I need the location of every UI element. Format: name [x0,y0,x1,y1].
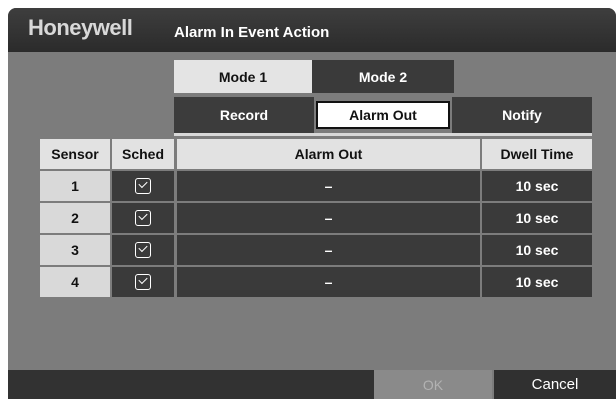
header-alarm-out: Alarm Out [177,139,480,169]
dwell-time-cell[interactable]: 10 sec [482,267,592,297]
cancel-button[interactable]: Cancel [494,370,616,399]
header-sensor: Sensor [40,139,110,169]
subtab-notify[interactable]: Notify [452,97,592,133]
alarm-out-cell[interactable]: – [177,267,480,297]
dwell-time-cell[interactable]: 10 sec [482,203,592,233]
schedule-checkbox[interactable] [135,178,151,194]
header-sched: Sched [112,139,174,169]
brand-logo: Honeywell [28,15,133,40]
dialog-title: Alarm In Event Action [174,24,330,41]
bottom-bar [8,370,374,399]
header-dwell-time: Dwell Time [482,139,592,169]
sched-cell[interactable] [112,267,174,297]
ok-button[interactable]: OK [374,370,492,399]
sensor-number: 2 [40,203,110,233]
sensor-number: 3 [40,235,110,265]
sched-cell[interactable] [112,171,174,201]
schedule-checkbox[interactable] [135,242,151,258]
alarm-out-cell[interactable]: – [177,235,480,265]
alarm-out-cell[interactable]: – [177,203,480,233]
sched-cell[interactable] [112,203,174,233]
schedule-checkbox[interactable] [135,274,151,290]
sensor-number: 4 [40,267,110,297]
subtab-record[interactable]: Record [174,97,314,133]
dwell-time-cell[interactable]: 10 sec [482,235,592,265]
title-bar: Honeywell Alarm In Event Action [8,8,616,52]
alarm-out-cell[interactable]: – [177,171,480,201]
tab-underline [174,133,592,136]
dialog-window: Honeywell Alarm In Event Action Mode 1 M… [8,8,616,399]
subtab-alarm-out[interactable]: Alarm Out [316,101,450,129]
dwell-time-cell[interactable]: 10 sec [482,171,592,201]
sched-cell[interactable] [112,235,174,265]
tab-mode-1[interactable]: Mode 1 [174,60,312,93]
schedule-checkbox[interactable] [135,210,151,226]
tab-mode-2[interactable]: Mode 2 [312,60,454,93]
sensor-number: 1 [40,171,110,201]
